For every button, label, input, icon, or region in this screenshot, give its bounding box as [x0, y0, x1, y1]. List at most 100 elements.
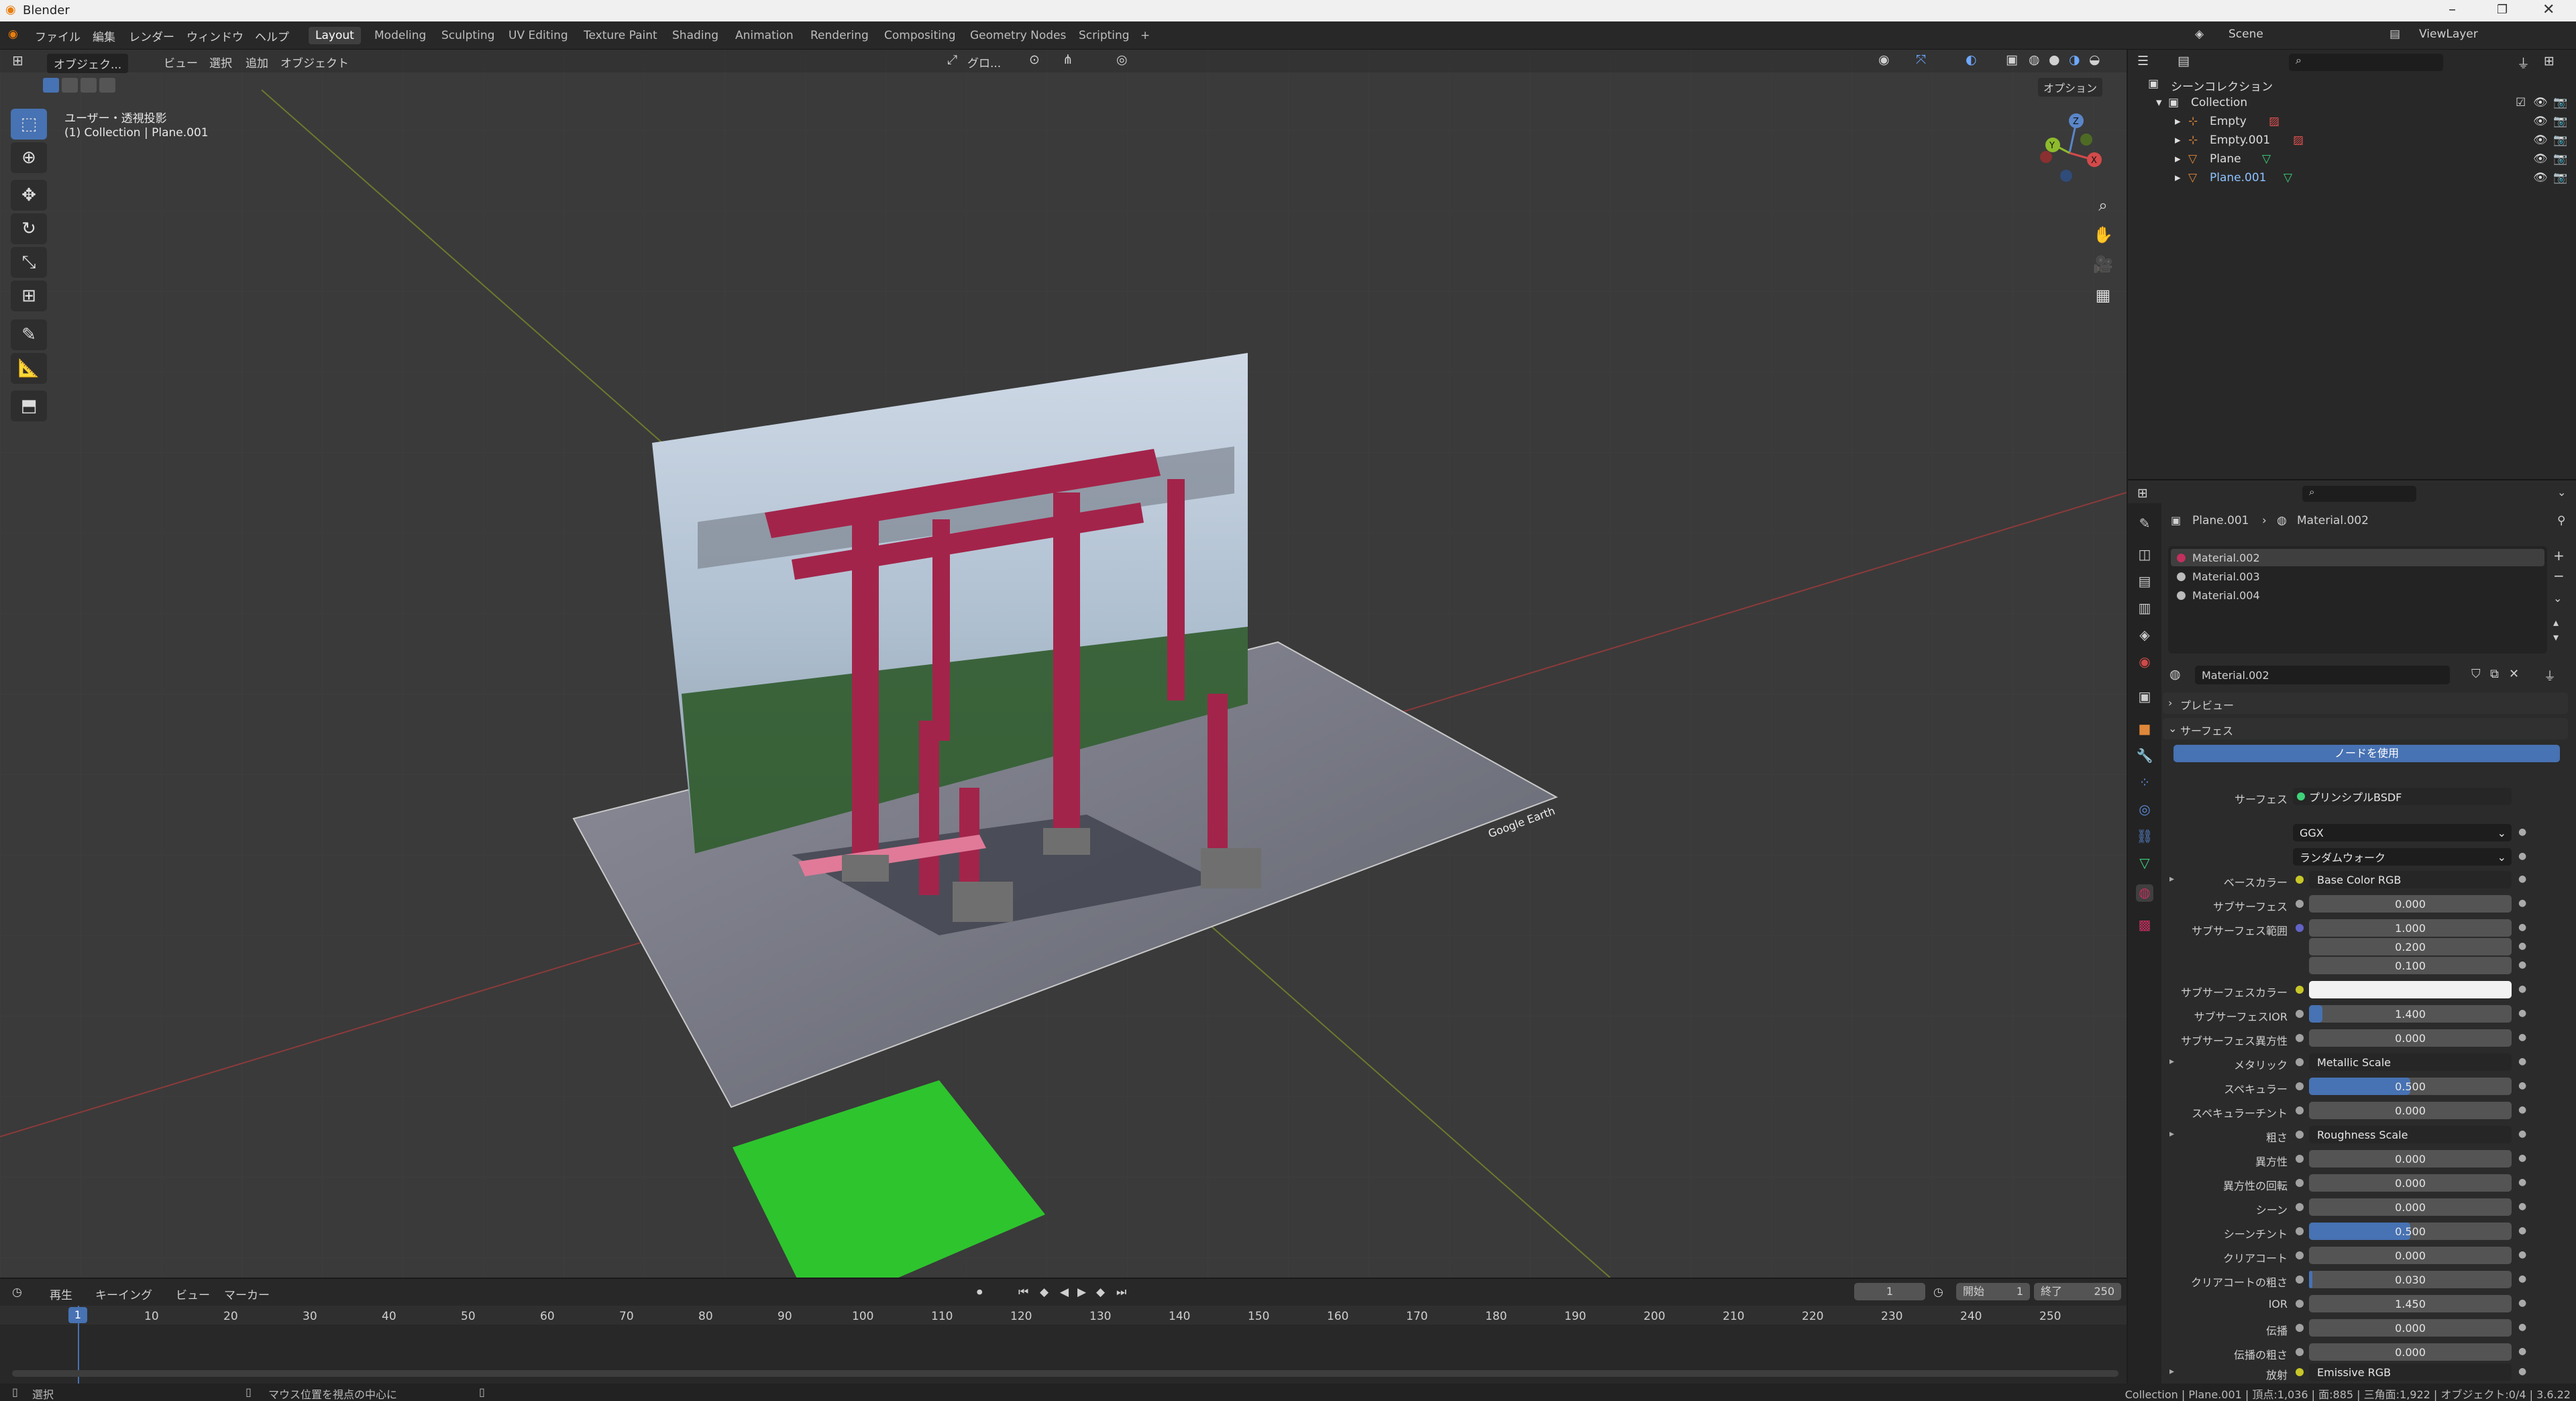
tab-scripting[interactable]: Scripting — [1072, 27, 1136, 44]
keyframe-dot[interactable]: ● — [2518, 1298, 2526, 1308]
eye-icon[interactable]: 👁 — [2533, 171, 2548, 185]
pin-icon[interactable]: ⚲ — [2557, 514, 2565, 527]
shading-rendered-icon[interactable]: ◒ — [2089, 52, 2100, 67]
display-mode-icon[interactable]: ▤ — [2178, 54, 2190, 68]
menu-view[interactable]: ビュー — [164, 54, 198, 70]
number-field[interactable]: 1.450 — [2309, 1295, 2512, 1312]
input-socket-icon[interactable] — [2296, 924, 2304, 932]
keyframe-dot[interactable]: ● — [2518, 1129, 2526, 1139]
maximize-icon[interactable]: ❐ — [2497, 3, 2508, 17]
expand-arrow-icon[interactable]: ▸ — [2175, 134, 2181, 147]
tab-modeling[interactable]: Modeling — [368, 27, 433, 44]
eye-icon[interactable]: 👁 — [2533, 115, 2548, 128]
properties-search-input[interactable]: ⌕ — [2302, 486, 2416, 502]
move-slot-up-icon[interactable]: ▴ — [2553, 616, 2559, 629]
linked-input-field[interactable]: Emissive RGB — [2309, 1363, 2512, 1381]
particles-tab-icon[interactable]: ⁘ — [2136, 774, 2153, 792]
perspective-grid-icon[interactable]: ▦ — [2090, 282, 2116, 309]
number-field[interactable]: 0.100 — [2309, 957, 2512, 974]
menu-render[interactable]: レンダー — [129, 28, 174, 44]
input-socket-icon[interactable] — [2296, 1203, 2304, 1211]
color-swatch[interactable] — [2309, 981, 2512, 998]
number-field[interactable]: 0.000 — [2309, 895, 2512, 913]
duplicate-material-icon[interactable]: ⧉ — [2490, 667, 2499, 681]
menu-select[interactable]: 選択 — [209, 54, 232, 70]
tab-layout[interactable]: Layout — [309, 27, 361, 44]
use-nodes-button[interactable]: ノードを使用 — [2174, 745, 2560, 762]
add-cube-tool-icon[interactable]: ⬒ — [11, 391, 47, 421]
menu-object[interactable]: オブジェクト — [280, 54, 349, 70]
keyframe-dot[interactable]: ● — [2518, 1225, 2526, 1236]
tab-uv-editing[interactable]: UV Editing — [502, 27, 575, 44]
keyframe-dot[interactable]: ● — [2518, 1153, 2526, 1163]
camera-view-icon[interactable]: 🎥 — [2090, 251, 2116, 278]
shading-material-icon[interactable]: ◑ — [2069, 52, 2080, 67]
move-slot-down-icon[interactable]: ▾ — [2553, 631, 2559, 643]
new-collection-icon[interactable]: ⊞ — [2544, 54, 2555, 68]
keyframe-dot[interactable]: ● — [2518, 1346, 2526, 1357]
jump-end-icon[interactable]: ⏭ — [1116, 1286, 1126, 1299]
eye-icon[interactable]: 👁 — [2533, 134, 2548, 147]
input-socket-icon[interactable] — [2296, 1368, 2304, 1376]
keyframe-dot[interactable]: ● — [2518, 1366, 2526, 1377]
expand-arrow-icon[interactable]: ▸ — [2169, 1056, 2174, 1067]
output-tab-icon[interactable]: ▤ — [2136, 573, 2153, 590]
gizmo-toggle-icon[interactable]: ⤧ — [1916, 52, 1926, 67]
keyframe-dot[interactable]: ● — [2518, 1008, 2526, 1019]
tab-geometry-nodes[interactable]: Geometry Nodes — [963, 27, 1073, 44]
input-socket-icon[interactable] — [2296, 1227, 2304, 1235]
select-new-icon[interactable] — [43, 78, 59, 93]
timeline-view-menu[interactable]: ビュー — [176, 1286, 210, 1302]
material-slot-list[interactable]: ● Material.002 ● Material.003 ● Material… — [2168, 546, 2547, 654]
tab-rendering[interactable]: Rendering — [804, 27, 875, 44]
tab-compositing[interactable]: Compositing — [877, 27, 963, 44]
material-name-field[interactable]: Material.002 — [2195, 666, 2450, 684]
keyframe-dot[interactable]: ● — [2518, 984, 2526, 994]
menu-add[interactable]: 追加 — [246, 54, 268, 70]
close-icon[interactable]: ✕ — [2542, 1, 2555, 18]
tab-texture-paint[interactable]: Texture Paint — [577, 27, 664, 44]
surface-shader-field[interactable]: プリンシプルBSDF — [2293, 788, 2512, 805]
visibility-icon[interactable]: ◉ — [1878, 52, 1890, 67]
play-reverse-icon[interactable]: ◀ — [1060, 1286, 1069, 1299]
camera-icon[interactable]: 📷 — [2553, 134, 2567, 147]
number-field[interactable]: 0.000 — [2309, 1319, 2512, 1337]
play-icon[interactable]: ▶ — [1077, 1286, 1086, 1299]
keyframe-dot[interactable]: ● — [2518, 1274, 2526, 1284]
keyframe-dot[interactable]: ● — [2518, 827, 2526, 837]
outliner-item[interactable]: ▸ ⊹ Empty.001 ▨ 👁 📷 — [2128, 132, 2576, 150]
keyframe-dot[interactable]: ● — [2518, 1032, 2526, 1043]
tab-animation[interactable]: Animation — [729, 27, 800, 44]
navigation-gizmo[interactable]: Z Y X — [2033, 106, 2106, 187]
expand-arrow-icon[interactable]: ▸ — [2169, 1366, 2174, 1377]
modifier-tab-icon[interactable]: 🔧 — [2136, 747, 2153, 765]
world-tab-icon[interactable]: ◉ — [2136, 654, 2153, 671]
scene-tab-icon[interactable]: ◈ — [2136, 627, 2153, 644]
select-extend-icon[interactable] — [62, 78, 78, 93]
blender-menu-icon[interactable]: ◉ — [8, 28, 18, 41]
shading-wireframe-icon[interactable]: ◍ — [2029, 52, 2040, 67]
menu-window[interactable]: ウィンドウ — [186, 28, 244, 44]
number-field[interactable]: 0.000 — [2309, 1102, 2512, 1119]
transform-tool-icon[interactable]: ⊞ — [11, 280, 47, 311]
input-socket-icon[interactable] — [2296, 1058, 2304, 1066]
keying-menu[interactable]: キーイング — [95, 1286, 152, 1302]
surface-panel-header[interactable]: ⌄ サーフェス — [2163, 718, 2568, 739]
slot-specials-icon[interactable]: ⌄ — [2553, 592, 2562, 605]
input-socket-icon[interactable] — [2296, 1324, 2304, 1332]
transform-orientation-dropdown[interactable]: グロ... — [967, 54, 1001, 70]
object-tab-icon[interactable]: ■ — [2136, 721, 2153, 738]
constraints-tab-icon[interactable]: ⛓ — [2136, 828, 2153, 845]
keyframe-dot[interactable]: ● — [2518, 874, 2526, 884]
scale-tool-icon[interactable]: ⤡ — [11, 247, 47, 278]
outliner-item[interactable]: ▸ ⊹ Empty ▨ 👁 📷 — [2128, 113, 2576, 132]
scene-icon[interactable]: ◈ — [2195, 28, 2204, 41]
properties-options-icon[interactable]: ⌄ — [2557, 486, 2566, 499]
expand-arrow-icon[interactable]: ▸ — [2169, 874, 2174, 884]
checkbox-icon[interactable]: ☑ — [2516, 96, 2526, 109]
material-slot-item[interactable]: ● Material.003 — [2171, 568, 2544, 585]
input-socket-icon[interactable] — [2296, 876, 2304, 884]
subsurface-method-dropdown[interactable]: ランダムウォーク ⌄ — [2293, 848, 2512, 866]
input-socket-icon[interactable] — [2296, 1082, 2304, 1090]
number-field[interactable]: 0.000 — [2309, 1174, 2512, 1192]
